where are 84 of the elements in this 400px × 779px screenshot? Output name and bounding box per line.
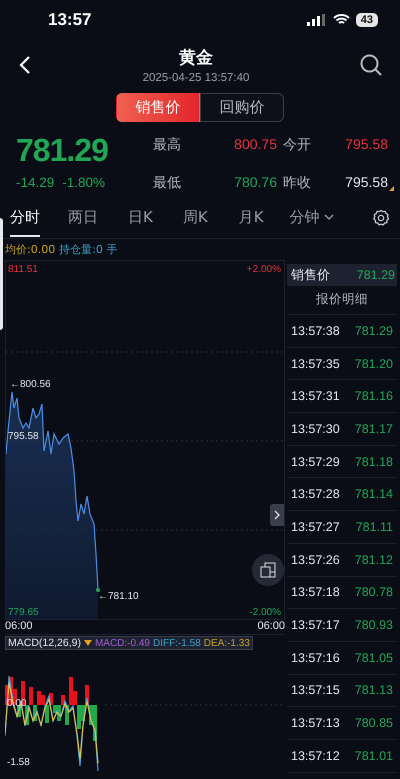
clock: 13:57: [48, 10, 92, 30]
dropdown-icon[interactable]: [84, 640, 92, 646]
quote-price: 780.78: [354, 585, 393, 600]
average-price: 均价:0.00: [5, 242, 56, 258]
chart-tab[interactable]: 分时: [10, 200, 40, 236]
quote-price: 781.12: [354, 552, 393, 567]
chevron-down-icon[interactable]: [324, 214, 334, 220]
stat-label: 昨收: [283, 174, 312, 192]
axis-label: 0.00: [7, 698, 26, 709]
axis-label: -2.00%: [249, 607, 281, 618]
stat-label: 最低: [153, 174, 182, 192]
quote-time: 13:57:26: [291, 552, 340, 567]
quote-time: 13:57:12: [291, 748, 340, 763]
stat-value: 795.58: [344, 136, 389, 154]
last-price-marker: ←781.10: [98, 591, 139, 602]
current-price: 781.29: [16, 132, 109, 169]
quote-time: 13:57:30: [291, 422, 340, 436]
quote-price: 781.01: [354, 748, 393, 763]
page-title: 黄金: [178, 47, 213, 69]
settings-icon[interactable]: [372, 209, 390, 227]
expand-button[interactable]: [270, 504, 284, 526]
axis-label: 795.58: [8, 431, 39, 442]
macd-value: MACD:-0.49: [94, 638, 150, 648]
quote-time: 13:57:18: [291, 585, 340, 600]
signal-icon: [306, 14, 327, 26]
dea-value: DEA:-1.33: [204, 638, 250, 648]
stat-value: 795.58: [337, 174, 394, 192]
chevron-right-icon[interactable]: [274, 510, 280, 520]
quote-time: 13:57:27: [291, 520, 340, 534]
quote-price: 781.29: [354, 324, 393, 338]
quote-price: 781.16: [354, 389, 393, 404]
axis-label: +2.00%: [246, 264, 281, 275]
back-icon[interactable]: [18, 55, 32, 75]
quote-price: 781.11: [356, 520, 393, 534]
quote-price: 781.20: [354, 356, 393, 371]
quote-time: 13:57:38: [291, 324, 340, 338]
side-handle[interactable]: [0, 218, 3, 330]
header-label: 销售价: [291, 266, 330, 284]
macd-title: MACD(12,26,9): [8, 637, 81, 649]
layout-button[interactable]: [252, 554, 284, 586]
quote-time: 13:57:15: [291, 683, 340, 698]
chart-tab[interactable]: 月K: [238, 200, 264, 236]
stat-value: 780.76: [233, 174, 278, 192]
high-marker: ←800.56: [10, 379, 51, 390]
axis-label: -1.58: [7, 757, 30, 768]
quote-time: 13:57:17: [291, 618, 340, 632]
stat-label: 最高: [153, 136, 182, 154]
price-type-tab[interactable]: 销售价: [116, 93, 200, 122]
quote-price: 781.14: [354, 487, 393, 502]
price-type-tab[interactable]: 回购价: [200, 93, 284, 122]
quote-price: 781.13: [354, 683, 393, 698]
quote-price: 781.17: [354, 422, 393, 436]
axis-label: 779.65: [8, 607, 39, 618]
screens-icon[interactable]: [260, 562, 276, 578]
quote-price: 781.05: [354, 650, 393, 665]
open-interest: 持仓量:0 手: [59, 242, 118, 258]
timestamp: 2025-04-25 13:57:40: [142, 72, 250, 84]
quote-time: 13:57:31: [291, 389, 340, 404]
quote-time: 13:57:35: [291, 356, 340, 371]
wifi-icon: [332, 14, 350, 26]
header-price: 781.29: [356, 268, 395, 282]
price-change: -14.29: [16, 175, 54, 190]
chart-tab[interactable]: 日K: [128, 200, 153, 236]
quote-price: 781.18: [354, 454, 393, 469]
search-icon[interactable]: [360, 54, 382, 76]
corner-marker: [389, 186, 394, 191]
quote-price: 780.93: [354, 618, 393, 632]
time-label: 06:00: [257, 620, 285, 634]
battery-indicator: 43: [356, 13, 378, 27]
axis-label: 811.51: [8, 264, 38, 275]
stat-label: 今开: [283, 136, 312, 154]
quote-time: 13:57:16: [291, 650, 340, 665]
percent-change: -1.80%: [62, 175, 106, 190]
quote-price: 780.85: [354, 716, 393, 730]
diff-value: DIFF:-1.58: [152, 638, 201, 648]
quote-time: 13:57:29: [291, 454, 340, 469]
stat-value: 800.75: [233, 136, 278, 154]
chart-tab[interactable]: 两日: [68, 200, 98, 236]
quote-time: 13:57:13: [291, 716, 340, 730]
chart-tab[interactable]: 周K: [182, 200, 208, 236]
time-label: 06:00: [5, 620, 33, 634]
chart-tab[interactable]: 分钟: [290, 200, 334, 236]
quote-time: 13:57:28: [291, 487, 340, 502]
panel-title: 报价明细: [287, 286, 397, 315]
